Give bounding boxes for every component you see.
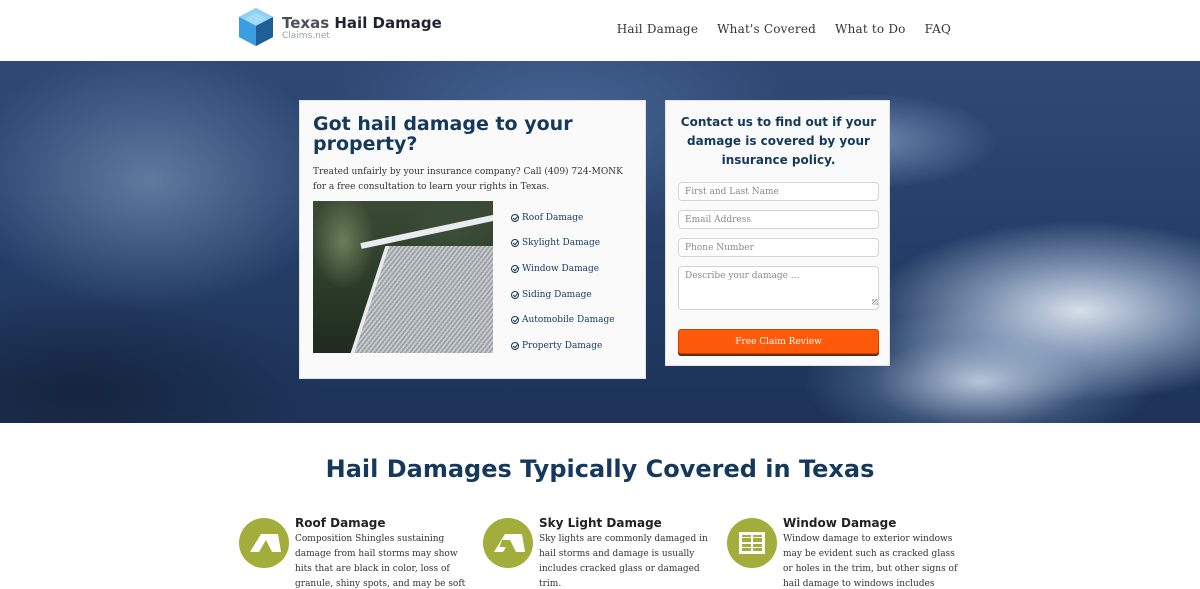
coverage-item-title: Sky Light Damage — [539, 516, 662, 530]
intro-card: Got hail damage to your property? Treate… — [299, 100, 646, 379]
site-logo[interactable]: Texas Hail Damage Claims.net — [238, 7, 442, 47]
nav-what-to-do[interactable]: What to Do — [835, 22, 906, 36]
coverage-title: Hail Damages Typically Covered in Texas — [325, 455, 875, 483]
coverage-item-text: Composition Shingles sustaining damage f… — [295, 534, 466, 589]
free-claim-review-button[interactable]: Free Claim Review — [678, 329, 879, 354]
site-header: Texas Hail Damage Claims.net Hail Damage… — [0, 0, 1200, 61]
list-item: Automobile Damage — [511, 307, 615, 333]
coverage-item-text: Window damage to exterior windows may be… — [783, 534, 958, 589]
list-item: Roof Damage — [511, 205, 615, 231]
nav-faq[interactable]: FAQ — [925, 22, 951, 36]
resize-grip-icon[interactable] — [872, 299, 878, 305]
name-field[interactable] — [678, 182, 879, 201]
logo-title: Texas Hail Damage — [282, 13, 442, 32]
check-circle-icon — [511, 264, 519, 273]
list-item: Siding Damage — [511, 282, 615, 308]
damage-description-field[interactable] — [678, 266, 879, 310]
check-circle-icon — [511, 213, 519, 222]
list-item: Property Damage — [511, 333, 615, 359]
check-circle-icon — [511, 239, 519, 248]
coverage-item-title: Window Damage — [783, 516, 897, 530]
nav-whats-covered[interactable]: What's Covered — [717, 22, 816, 36]
check-circle-icon — [511, 316, 519, 325]
hail-roof-photo — [313, 201, 493, 353]
logo-subtitle: Claims.net — [282, 30, 330, 41]
phone-field[interactable] — [678, 238, 879, 257]
window-icon — [727, 518, 777, 568]
form-heading: Contact us to find out if your damage is… — [680, 115, 877, 167]
coverage-item-text: Sky lights are commonly damaged in hail … — [539, 534, 708, 589]
coverage-item-title: Roof Damage — [295, 516, 386, 530]
cube-logo-icon — [239, 8, 273, 46]
nav-hail-damage[interactable]: Hail Damage — [617, 22, 698, 36]
main-nav: Hail Damage What's Covered What to Do FA… — [617, 22, 951, 36]
skylight-icon — [483, 518, 533, 568]
email-field[interactable] — [678, 210, 879, 229]
damage-type-list: Roof Damage Skylight Damage Window Damag… — [511, 205, 615, 359]
list-item: Window Damage — [511, 256, 615, 282]
check-circle-icon — [511, 341, 519, 350]
hero-heading: Got hail damage to your property? — [313, 113, 573, 155]
list-item: Skylight Damage — [511, 231, 615, 257]
check-circle-icon — [511, 290, 519, 299]
hero-section: Got hail damage to your property? Treate… — [0, 61, 1200, 423]
hero-intro-text: Treated unfairly by your insurance compa… — [313, 167, 623, 192]
contact-form-card: Contact us to find out if your damage is… — [665, 100, 890, 366]
roof-icon — [239, 518, 289, 568]
